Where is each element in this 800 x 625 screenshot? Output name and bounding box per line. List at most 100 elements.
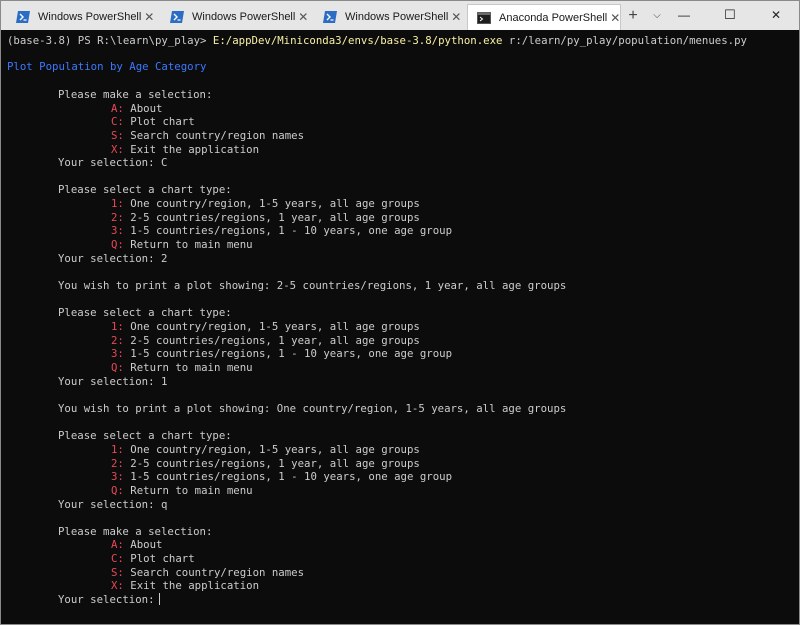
maximize-button[interactable]: ☐ [707, 1, 753, 30]
main-menu-prompt: Please make a selection: [58, 88, 213, 101]
menu-text: Return to main menu [123, 238, 253, 251]
selection-line: Your selection: 1 [58, 375, 168, 388]
menu-text: About [123, 102, 163, 115]
menu-option-plot-chart: C: Plot chart [111, 552, 195, 566]
menu-text: Plot chart [123, 552, 195, 565]
menu-option-exit: X: Exit the application [111, 579, 259, 593]
input-line[interactable]: Your selection: [58, 593, 160, 607]
menu-key: A: [111, 538, 124, 551]
menu-key: X: [111, 579, 124, 592]
text-cursor [158, 593, 160, 605]
menu-key: S: [111, 566, 124, 579]
menu-text: Plot chart [123, 115, 195, 128]
menu-key: 2: [111, 334, 124, 347]
selection-prompt: Your selection: [58, 593, 155, 606]
close-window-button[interactable]: ✕ [753, 1, 799, 30]
menu-key: C: [111, 552, 124, 565]
chart-option-1: 1: One country/region, 1-5 years, all ag… [111, 320, 420, 334]
menu-option-search: S: Search country/region names [111, 129, 304, 143]
menu-key: X: [111, 143, 124, 156]
terminal-window: Windows PowerShell ✕ Windows PowerShell … [0, 0, 800, 625]
plot-confirmation: You wish to print a plot showing: One co… [58, 402, 567, 415]
menu-option-exit: X: Exit the application [111, 143, 259, 157]
menu-key: Q: [111, 361, 124, 374]
menu-text: Search country/region names [123, 129, 305, 142]
tab-label: Windows PowerShell [345, 11, 449, 23]
menu-text: 1-5 countries/regions, 1 - 10 years, one… [123, 470, 453, 483]
tab-windows-powershell-1[interactable]: Windows PowerShell ✕ [7, 4, 161, 30]
selection-line: Your selection: 2 [58, 252, 168, 265]
command-argument: r:/learn/py_play/population/menues.py [502, 34, 747, 47]
menu-text: 1-5 countries/regions, 1 - 10 years, one… [123, 224, 453, 237]
menu-key: 3: [111, 224, 124, 237]
close-tab-icon[interactable]: ✕ [448, 10, 464, 24]
menu-text: 2-5 countries/regions, 1 year, all age g… [123, 457, 420, 470]
menu-text: One country/region, 1-5 years, all age g… [123, 320, 420, 333]
chart-menu-prompt: Please select a chart type: [58, 306, 232, 319]
new-tab-button[interactable]: + [624, 5, 642, 27]
terminal-icon [477, 11, 491, 24]
chart-option-2: 2: 2-5 countries/regions, 1 year, all ag… [111, 457, 420, 471]
chart-menu-prompt: Please select a chart type: [58, 183, 232, 196]
menu-option-search: S: Search country/region names [111, 566, 304, 580]
command-path: E:/appDev/Miniconda3/envs/base-3.8/pytho… [212, 34, 503, 47]
menu-key: S: [111, 129, 124, 142]
chart-option-2: 2: 2-5 countries/regions, 1 year, all ag… [111, 334, 420, 348]
menu-text: 2-5 countries/regions, 1 year, all age g… [123, 211, 420, 224]
minimize-button[interactable]: — [661, 1, 707, 30]
chart-option-2: 2: 2-5 countries/regions, 1 year, all ag… [111, 211, 420, 225]
menu-text: About [123, 538, 163, 551]
chart-option-3: 3: 1-5 countries/regions, 1 - 10 years, … [111, 224, 452, 238]
close-tab-icon[interactable]: ✕ [607, 11, 623, 25]
menu-text: Search country/region names [123, 566, 305, 579]
chart-option-3: 3: 1-5 countries/regions, 1 - 10 years, … [111, 347, 452, 361]
menu-key: 3: [111, 347, 124, 360]
menu-text: Exit the application [123, 579, 259, 592]
chart-option-return: Q: Return to main menu [111, 238, 253, 252]
menu-key: A: [111, 102, 124, 115]
menu-key: 2: [111, 211, 124, 224]
menu-text: One country/region, 1-5 years, all age g… [123, 443, 420, 456]
menu-text: 1-5 countries/regions, 1 - 10 years, one… [123, 347, 453, 360]
menu-text: 2-5 countries/regions, 1 year, all age g… [123, 334, 420, 347]
menu-option-about: A: About [111, 538, 162, 552]
prompt: (base-3.8) PS R:\learn\py_play> [7, 34, 213, 47]
title-bar: Windows PowerShell ✕ Windows PowerShell … [1, 1, 799, 30]
menu-key: 2: [111, 457, 124, 470]
menu-option-plot-chart: C: Plot chart [111, 115, 195, 129]
app-heading: Plot Population by Age Category [7, 60, 207, 73]
chart-menu-prompt: Please select a chart type: [58, 429, 232, 442]
menu-key: Q: [111, 484, 124, 497]
menu-option-about: A: About [111, 102, 162, 116]
powershell-icon [170, 11, 184, 23]
tab-label: Anaconda PowerShell [499, 11, 608, 24]
menu-key: 1: [111, 443, 124, 456]
tab-label: Windows PowerShell [38, 11, 142, 23]
main-menu-prompt: Please make a selection: [58, 525, 213, 538]
menu-text: Return to main menu [123, 361, 253, 374]
chart-option-1: 1: One country/region, 1-5 years, all ag… [111, 197, 420, 211]
powershell-icon [323, 11, 337, 23]
tab-label: Windows PowerShell [192, 11, 296, 23]
close-tab-icon[interactable]: ✕ [141, 10, 157, 24]
chart-option-return: Q: Return to main menu [111, 484, 253, 498]
console-output[interactable]: (base-3.8) PS R:\learn\py_play> E:/appDe… [1, 31, 799, 624]
chart-option-1: 1: One country/region, 1-5 years, all ag… [111, 443, 420, 457]
selection-line: Your selection: q [58, 498, 168, 511]
menu-text: Return to main menu [123, 484, 253, 497]
menu-key: 1: [111, 197, 124, 210]
menu-text: One country/region, 1-5 years, all age g… [123, 197, 420, 210]
chart-option-return: Q: Return to main menu [111, 361, 253, 375]
close-tab-icon[interactable]: ✕ [295, 10, 311, 24]
menu-key: C: [111, 115, 124, 128]
tab-windows-powershell-2[interactable]: Windows PowerShell ✕ [161, 4, 314, 30]
powershell-icon [16, 11, 30, 23]
command-line: (base-3.8) PS R:\learn\py_play> E:/appDe… [7, 34, 747, 48]
menu-key: Q: [111, 238, 124, 251]
tab-anaconda-powershell[interactable]: Anaconda PowerShell ✕ [467, 4, 621, 30]
chart-option-3: 3: 1-5 countries/regions, 1 - 10 years, … [111, 470, 452, 484]
menu-key: 3: [111, 470, 124, 483]
tab-windows-powershell-3[interactable]: Windows PowerShell ✕ [314, 4, 467, 30]
menu-key: 1: [111, 320, 124, 333]
selection-line: Your selection: C [58, 156, 168, 169]
